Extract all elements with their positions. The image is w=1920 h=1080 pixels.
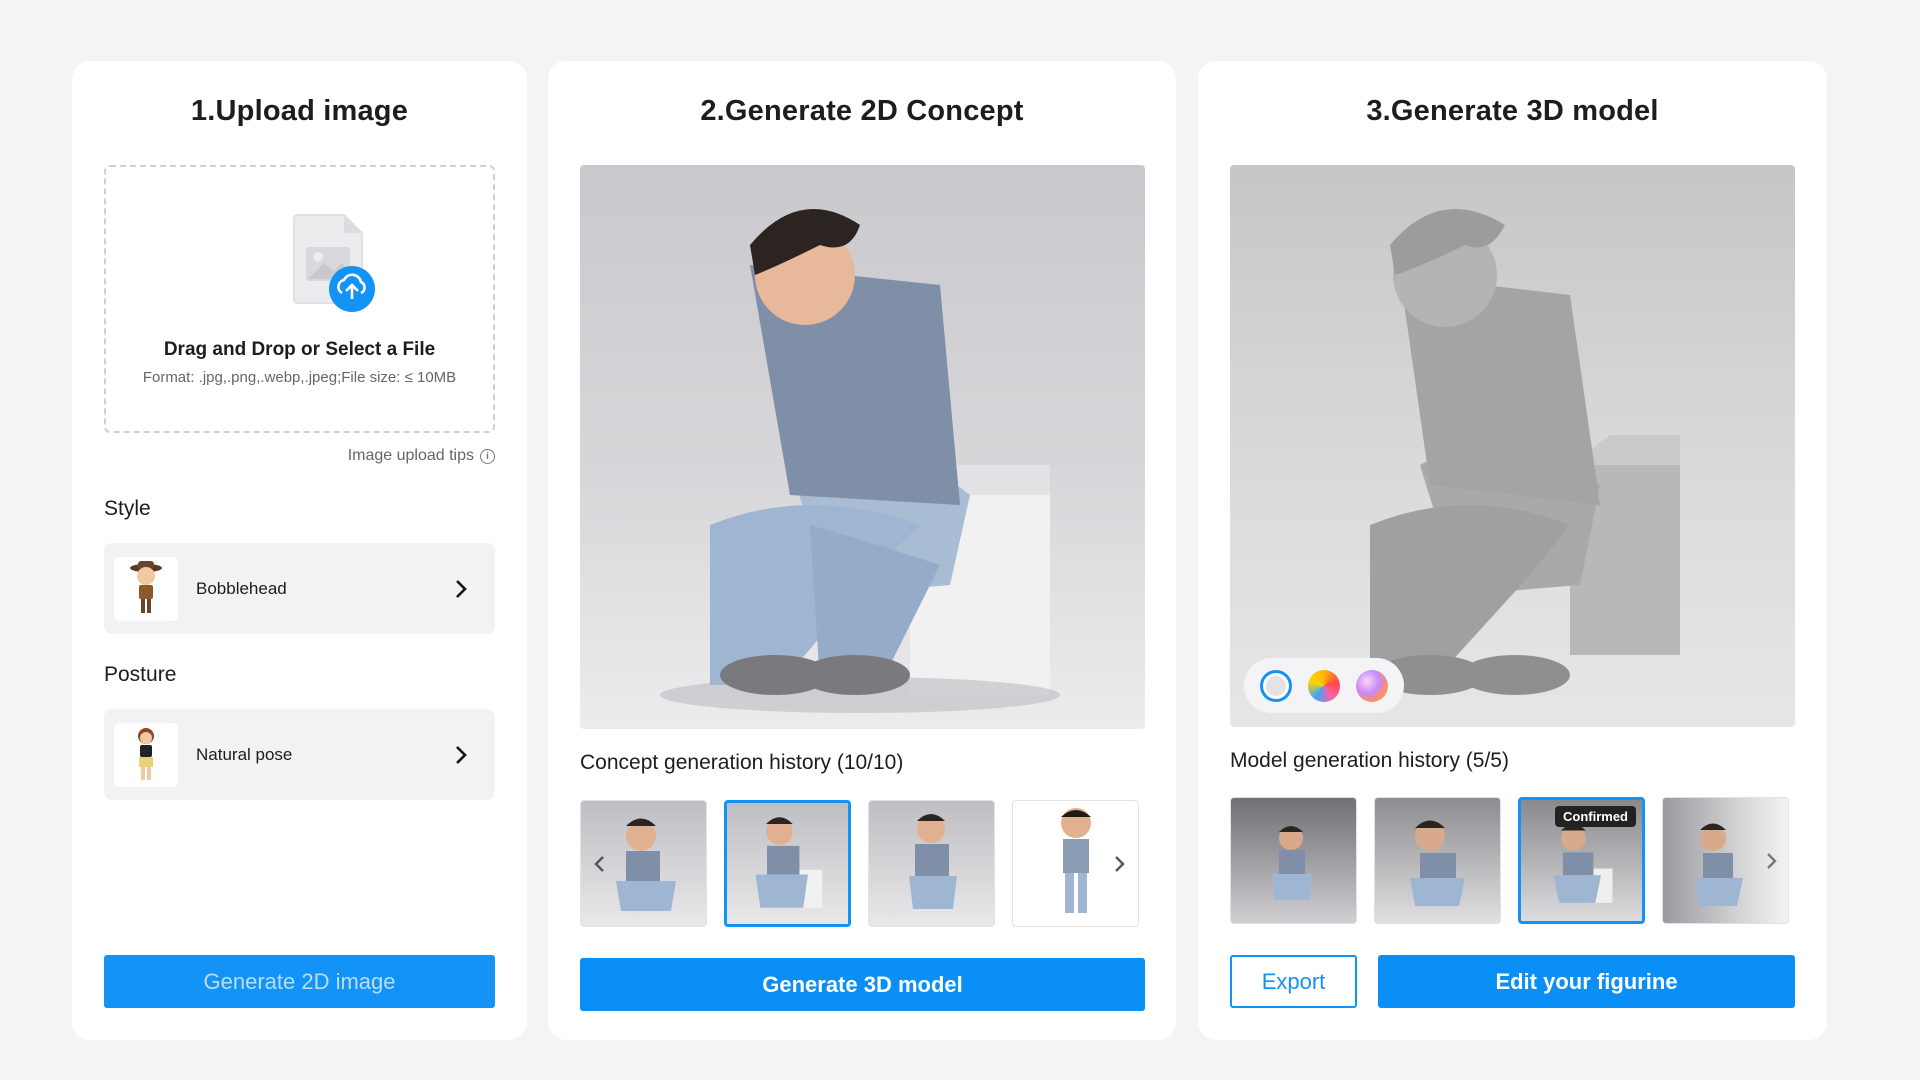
generate-2d-image-button[interactable]: Generate 2D image <box>104 955 495 1008</box>
generate-3d-model-button[interactable]: Generate 3D model <box>580 958 1145 1011</box>
model-history-thumb-3[interactable]: Confirmed <box>1518 797 1645 924</box>
natural-pose-thumbnail <box>114 722 178 787</box>
concept-history-thumb-1[interactable] <box>580 800 707 927</box>
render-mode-multicolor[interactable] <box>1308 669 1340 702</box>
concept-history-thumb-3[interactable] <box>868 800 995 927</box>
confirmed-badge: Confirmed <box>1555 806 1636 827</box>
upload-panel: 1.Upload image Drag and Drop or Select a… <box>72 61 527 1040</box>
chevron-right-icon[interactable] <box>1108 853 1130 875</box>
model-history-strip: Confirmed <box>1230 797 1789 924</box>
info-icon: i <box>480 448 495 464</box>
concept-history-thumb-2[interactable] <box>724 800 851 927</box>
concept-panel: 2.Generate 2D Concept Concept generation… <box>548 61 1176 1040</box>
posture-label: Posture <box>104 663 177 686</box>
model-title: 3.Generate 3D model <box>1366 95 1659 127</box>
model-history-thumb-2[interactable] <box>1374 797 1501 924</box>
concept-history-thumb-4[interactable] <box>1012 800 1139 927</box>
model-history-label: Model generation history (5/5) <box>1230 749 1509 772</box>
upload-title: 1.Upload image <box>190 95 409 127</box>
dropzone-title: Drag and Drop or Select a File <box>163 339 436 360</box>
edit-figurine-button[interactable]: Edit your figurine <box>1378 955 1795 1008</box>
chevron-left-icon[interactable] <box>589 853 611 875</box>
posture-selector[interactable]: Natural pose <box>104 709 495 800</box>
chevron-right-icon[interactable] <box>1760 850 1782 872</box>
bobblehead-thumbnail <box>114 556 178 621</box>
dropzone-format-hint: Format: .jpg,.png,.webp,.jpeg;File size:… <box>142 369 457 386</box>
concept-title: 2.Generate 2D Concept <box>700 95 1024 127</box>
concept-history-strip <box>580 800 1139 927</box>
chevron-right-icon <box>456 579 467 598</box>
model-preview-viewer[interactable] <box>1230 165 1795 727</box>
style-label: Style <box>104 497 151 520</box>
concept-preview-image <box>580 165 1145 729</box>
chevron-right-icon <box>456 745 467 764</box>
image-upload-icon <box>293 214 375 312</box>
render-mode-switcher <box>1244 658 1404 713</box>
upload-tips-link[interactable]: Image upload tips i <box>348 447 495 465</box>
model-history-thumb-1[interactable] <box>1230 797 1357 924</box>
render-mode-rainbow[interactable] <box>1356 669 1388 702</box>
style-value: Bobblehead <box>196 578 287 598</box>
upload-tips-label: Image upload tips <box>347 447 474 464</box>
model-history-thumb-4[interactable] <box>1662 797 1789 924</box>
concept-history-label: Concept generation history (10/10) <box>580 751 904 774</box>
style-selector[interactable]: Bobblehead <box>104 543 495 634</box>
model-panel: 3.Generate 3D model Model generation his… <box>1198 61 1827 1040</box>
file-dropzone[interactable]: Drag and Drop or Select a File Format: .… <box>104 165 495 433</box>
export-button[interactable]: Export <box>1230 955 1357 1008</box>
render-mode-plain[interactable] <box>1260 669 1292 702</box>
posture-value: Natural pose <box>196 744 293 764</box>
